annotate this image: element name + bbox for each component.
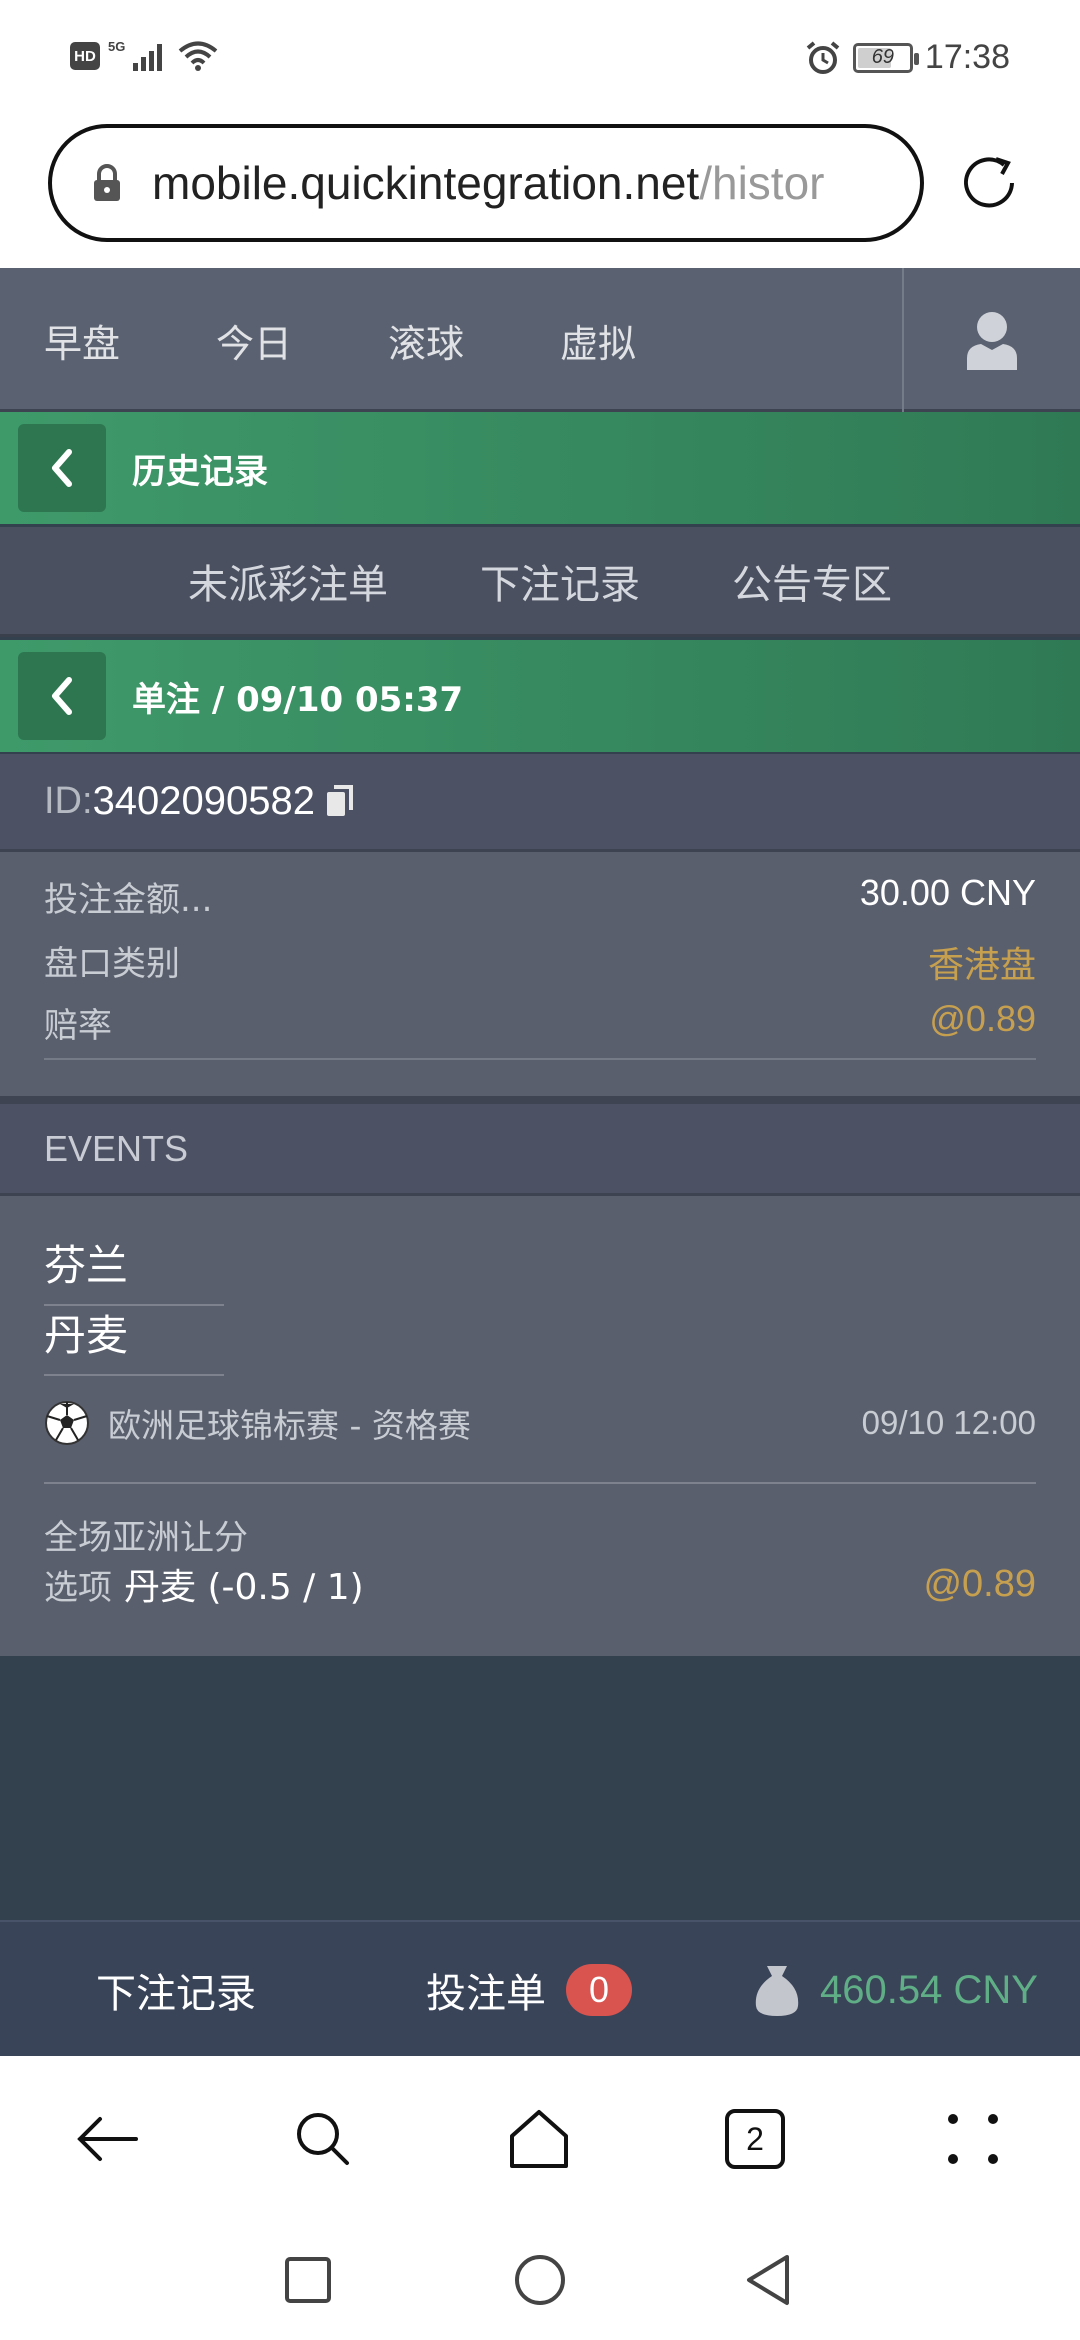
sub-nav: 未派彩注单 下注记录 公告专区: [0, 527, 1080, 637]
bottom-bar: 下注记录 投注单 0 460.54 CNY: [0, 1920, 1080, 2056]
network-type: 5G: [108, 38, 126, 54]
event-time: 09/10 12:00: [861, 1404, 1036, 1441]
nav-tab-virtual[interactable]: 虚拟: [560, 313, 732, 368]
search-icon: [297, 2113, 349, 2165]
subnav-announcements[interactable]: 公告专区: [732, 552, 892, 610]
odds-type-value: 香港盘: [927, 944, 1036, 985]
system-nav-bar: [0, 2226, 1080, 2340]
square-icon: [285, 2257, 331, 2303]
recents-button[interactable]: [272, 2244, 344, 2316]
bet-title: 单注 / 09/10 05:37: [132, 679, 464, 720]
system-home-button[interactable]: [504, 2244, 576, 2316]
history-header: 历史记录: [0, 412, 1080, 524]
nav-tab-live[interactable]: 滚球: [388, 313, 560, 368]
soccer-ball-icon: [45, 1401, 89, 1445]
system-back-button[interactable]: [732, 2244, 804, 2316]
lock-icon: [94, 164, 120, 201]
battery-icon: 69: [852, 42, 919, 73]
copy-icon[interactable]: [325, 784, 355, 820]
hd-icon: HD: [70, 42, 100, 70]
odds-type-row: 盘口类别 香港盘: [44, 936, 1036, 988]
url-path: /histor: [699, 157, 825, 209]
away-team: 丹麦: [44, 1311, 129, 1360]
league-row: 欧洲足球锦标赛 - 资格赛 09/10 12:00: [44, 1396, 1036, 1450]
selection-label: 选项: [44, 1567, 112, 1608]
history-back-button[interactable]: [18, 424, 106, 512]
home-team: 芬兰: [44, 1241, 129, 1290]
circle-icon: [515, 2255, 565, 2305]
bet-header: 单注 / 09/10 05:37: [0, 640, 1080, 752]
history-title: 历史记录: [132, 451, 268, 492]
chevron-left-icon: [52, 677, 72, 715]
odds-value: @0.89: [929, 998, 1036, 1039]
odds-row: 赔率 @0.89: [44, 998, 1036, 1047]
browser-search-button[interactable]: [278, 2094, 368, 2184]
nav-tab-today[interactable]: 今日: [216, 313, 388, 368]
app-content: 早盘 今日 滚球 虚拟 历史记录 未派彩注单 下注记录 公告专区 单注 / 09…: [0, 268, 1080, 2056]
bet-id-row: ID: 3402090582: [0, 754, 1080, 852]
bet-records-label: 下注记录: [96, 1971, 256, 2017]
url-text: mobile.quickintegration.net/histor: [152, 156, 824, 210]
status-bar: HD 5G 69 17:38: [0, 0, 1080, 120]
balance-display: 460.54 CNY: [752, 1922, 1038, 2058]
divider: [0, 1096, 1080, 1104]
battery-level: 69: [871, 46, 895, 68]
chevron-left-icon: [52, 449, 72, 487]
wifi-icon: [179, 41, 218, 71]
signal-icon: [133, 44, 163, 71]
browser-tabs-button[interactable]: 2: [710, 2094, 800, 2184]
bet-id-value: 3402090582: [92, 779, 316, 823]
balance-amount: 460.54 CNY: [820, 1967, 1038, 2012]
betslip-button[interactable]: 投注单 0: [426, 1922, 632, 2058]
top-nav: 早盘 今日 滚球 虚拟: [0, 268, 1080, 412]
selection-row: 选项 丹麦 (-0.5 / 1) @0.89: [44, 1558, 1036, 1610]
user-button[interactable]: [902, 268, 1080, 412]
odds-type-label: 盘口类别: [44, 944, 180, 984]
alarm-icon: [806, 40, 840, 74]
market-name: 全场亚洲让分: [44, 1518, 248, 1558]
browser-url-row: mobile.quickintegration.net/histor: [0, 120, 1080, 268]
stake-label: 投注金额...: [44, 880, 213, 920]
url-bar[interactable]: mobile.quickintegration.net/histor: [48, 124, 924, 242]
user-icon: [967, 312, 1017, 370]
browser-home-button[interactable]: [494, 2094, 584, 2184]
stake-row: 投注金额... 30.00 CNY: [44, 872, 1036, 921]
reload-icon[interactable]: [956, 150, 1022, 216]
bet-details: 投注金额... 30.00 CNY 盘口类别 香港盘 赔率 @0.89: [0, 852, 1080, 1096]
nav-tab-early[interactable]: 早盘: [44, 313, 216, 368]
league-name: 欧洲足球锦标赛 - 资格赛: [108, 1406, 471, 1445]
selection-value: 丹麦 (-0.5 / 1): [124, 1567, 364, 1608]
home-icon: [510, 2110, 568, 2168]
stake-value: 30.00 CNY: [859, 872, 1036, 913]
divider: [44, 1374, 224, 1376]
url-host: mobile.quickintegration.net: [152, 157, 700, 209]
arrow-left-icon: [77, 2117, 138, 2161]
divider: [44, 1482, 1036, 1484]
bet-records-button[interactable]: 下注记录: [96, 1922, 256, 2058]
events-header: EVENTS: [0, 1104, 1080, 1196]
money-bag-icon: [755, 1966, 799, 2016]
tab-count: 2: [725, 2109, 785, 2169]
subnav-bet-records[interactable]: 下注记录: [480, 552, 640, 610]
browser-toolbar: 2: [0, 2056, 1080, 2226]
selection-odds: @0.89: [923, 1562, 1036, 1605]
subnav-unsettled[interactable]: 未派彩注单: [188, 552, 388, 610]
bet-id-label: ID:: [44, 780, 93, 822]
odds-label: 赔率: [44, 1006, 112, 1046]
bet-back-button[interactable]: [18, 652, 106, 740]
browser-back-button[interactable]: [62, 2094, 152, 2184]
more-dots-icon: [948, 2114, 998, 2164]
divider: [44, 1058, 1036, 1060]
betslip-count-badge: 0: [566, 1964, 632, 2016]
browser-menu-button[interactable]: [928, 2094, 1018, 2184]
triangle-back-icon: [747, 2255, 789, 2305]
clock: 17:38: [924, 38, 1010, 76]
betslip-label: 投注单: [426, 1971, 546, 2017]
event-card: 芬兰 丹麦 欧洲足球锦标赛 - 资格赛 09/10 12:00 全场亚洲让分 选…: [0, 1196, 1080, 1656]
